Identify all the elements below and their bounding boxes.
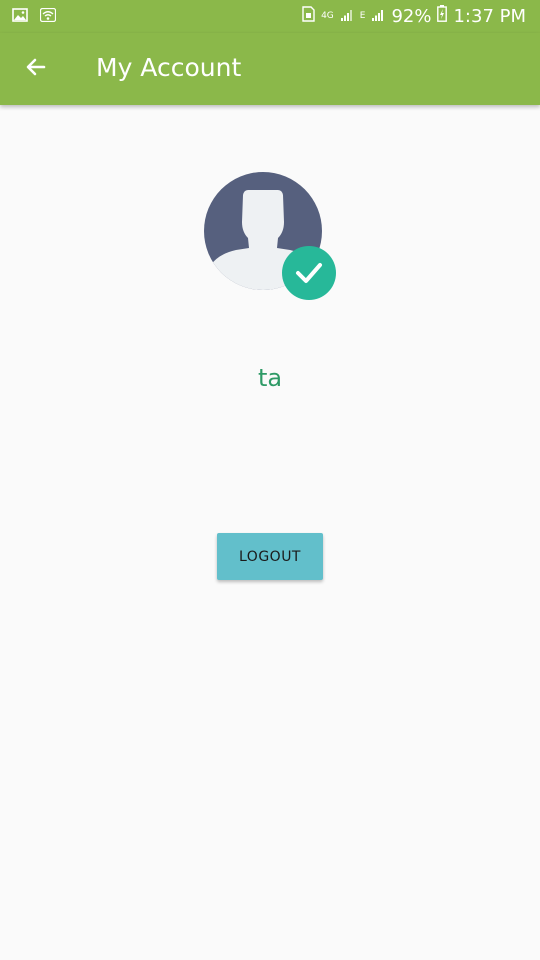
status-right-icons: 4G E 92% 1:37 PM — [302, 5, 526, 27]
app-bar: My Account — [0, 33, 540, 105]
sim-icon — [302, 5, 315, 27]
image-icon — [12, 7, 28, 26]
back-button[interactable] — [14, 47, 58, 91]
page-title: My Account — [96, 53, 242, 82]
check-circle-icon — [282, 246, 336, 300]
battery-level: 92% — [391, 5, 432, 27]
username: ta — [257, 364, 283, 392]
status-left-icons — [12, 7, 57, 26]
clock: 1:37 PM — [453, 5, 526, 27]
battery-charging-icon — [437, 5, 448, 27]
network-type-2: E — [359, 10, 366, 21]
profile-avatar — [204, 172, 336, 302]
status-bar: 4G E 92% 1:37 PM — [0, 0, 540, 33]
logout-button[interactable]: LOGOUT — [217, 533, 323, 580]
signal-icon — [340, 6, 354, 27]
signal-icon-2 — [371, 6, 385, 27]
network-type-1: 4G — [321, 10, 334, 21]
arrow-left-icon — [24, 55, 48, 83]
wifi-icon — [39, 7, 57, 26]
